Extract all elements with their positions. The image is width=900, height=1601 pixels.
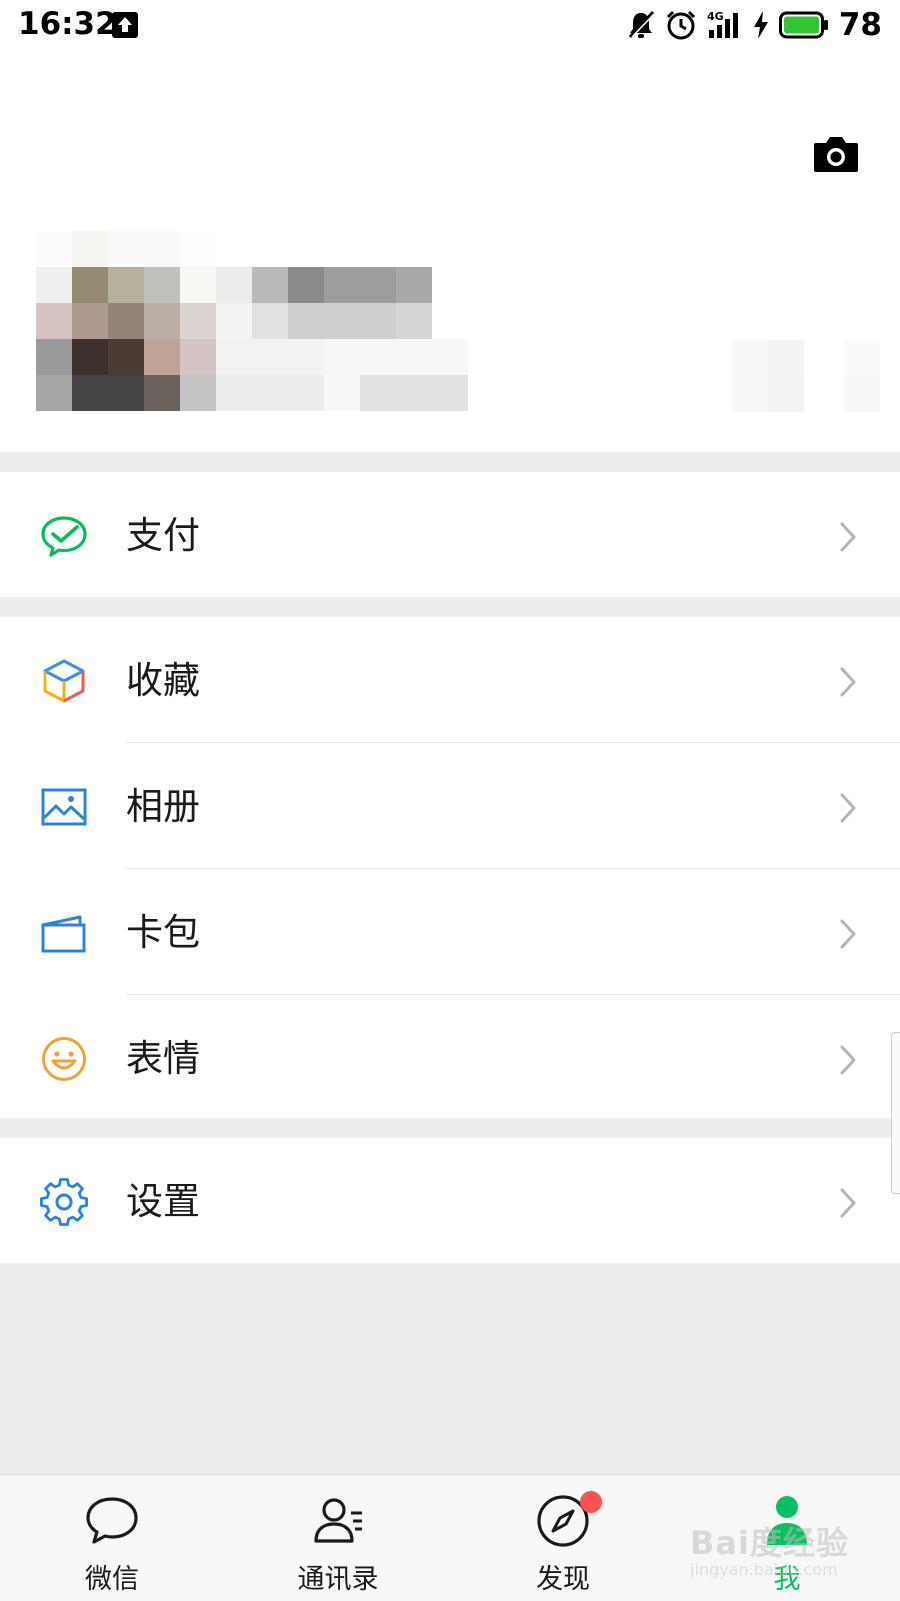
watermark: Bai度经验 jingyan.baidu.com: [690, 1518, 870, 1588]
battery-icon: [778, 11, 828, 39]
scroll-indicator[interactable]: [891, 1032, 900, 1194]
alarm-icon: [666, 10, 695, 40]
menu-label-pay: 支付: [126, 514, 200, 557]
tab-label-contacts: 通讯录: [297, 1564, 379, 1595]
menu-group-settings: 设置: [0, 1138, 900, 1263]
signal-icon: 4G: [707, 10, 738, 38]
menu-group-main: 收藏 相册 卡包 表情: [0, 617, 900, 1118]
cube-icon: [43, 659, 85, 703]
qr-code-pixelated[interactable]: [732, 340, 882, 416]
menu-label-stickers: 表情: [126, 1037, 200, 1080]
chevron-right-icon: [840, 667, 856, 697]
status-icons: 4G 78: [627, 6, 882, 44]
tab-contacts[interactable]: 通讯录: [263, 1475, 413, 1601]
menu-item-cards[interactable]: 卡包: [0, 869, 900, 994]
menu-item-stickers[interactable]: 表情: [0, 995, 900, 1120]
camera-icon[interactable]: [812, 134, 860, 174]
notification-badge: [580, 1491, 602, 1513]
image-icon: [41, 788, 87, 826]
menu-label-settings: 设置: [126, 1180, 200, 1223]
upload-icon: [112, 12, 138, 38]
watermark-url: jingyan.baidu.com: [690, 1560, 838, 1579]
menu-group-pay: 支付: [0, 472, 900, 597]
tab-chats[interactable]: 微信: [37, 1475, 187, 1601]
chevron-right-icon: [840, 1045, 856, 1075]
menu-item-favorites[interactable]: 收藏: [0, 617, 900, 742]
status-bar: 16:32 4G 78: [0, 0, 900, 50]
network-type-label: 4G: [707, 10, 724, 23]
gear-icon: [40, 1178, 88, 1226]
tab-label-chats: 微信: [85, 1564, 139, 1595]
card-icon: [41, 915, 86, 953]
battery-level: 78: [838, 7, 882, 43]
menu-item-settings[interactable]: 设置: [0, 1138, 900, 1263]
chevron-right-icon: [840, 1188, 856, 1218]
profile-header[interactable]: [0, 50, 900, 452]
avatar-pixelated[interactable]: [36, 231, 476, 417]
menu-label-album: 相册: [126, 785, 200, 828]
smiley-icon: [42, 1037, 86, 1081]
contacts-icon: [314, 1498, 362, 1543]
menu-item-album[interactable]: 相册: [0, 743, 900, 868]
status-time: 16:32: [18, 6, 117, 42]
tab-label-discover: 发现: [536, 1564, 590, 1595]
menu-label-favorites: 收藏: [126, 659, 200, 702]
menu-label-cards: 卡包: [126, 911, 200, 954]
mute-icon: [628, 10, 655, 39]
watermark-text: Bai度经验: [690, 1524, 849, 1562]
chevron-right-icon: [840, 919, 856, 949]
tab-discover[interactable]: 发现: [488, 1475, 638, 1601]
chat-bubble-icon: [86, 1497, 138, 1544]
wechat-pay-icon: [41, 516, 87, 557]
menu-item-pay[interactable]: 支付: [0, 472, 900, 597]
charging-icon: [753, 11, 768, 39]
chevron-right-icon: [840, 522, 856, 552]
chevron-right-icon: [840, 793, 856, 823]
